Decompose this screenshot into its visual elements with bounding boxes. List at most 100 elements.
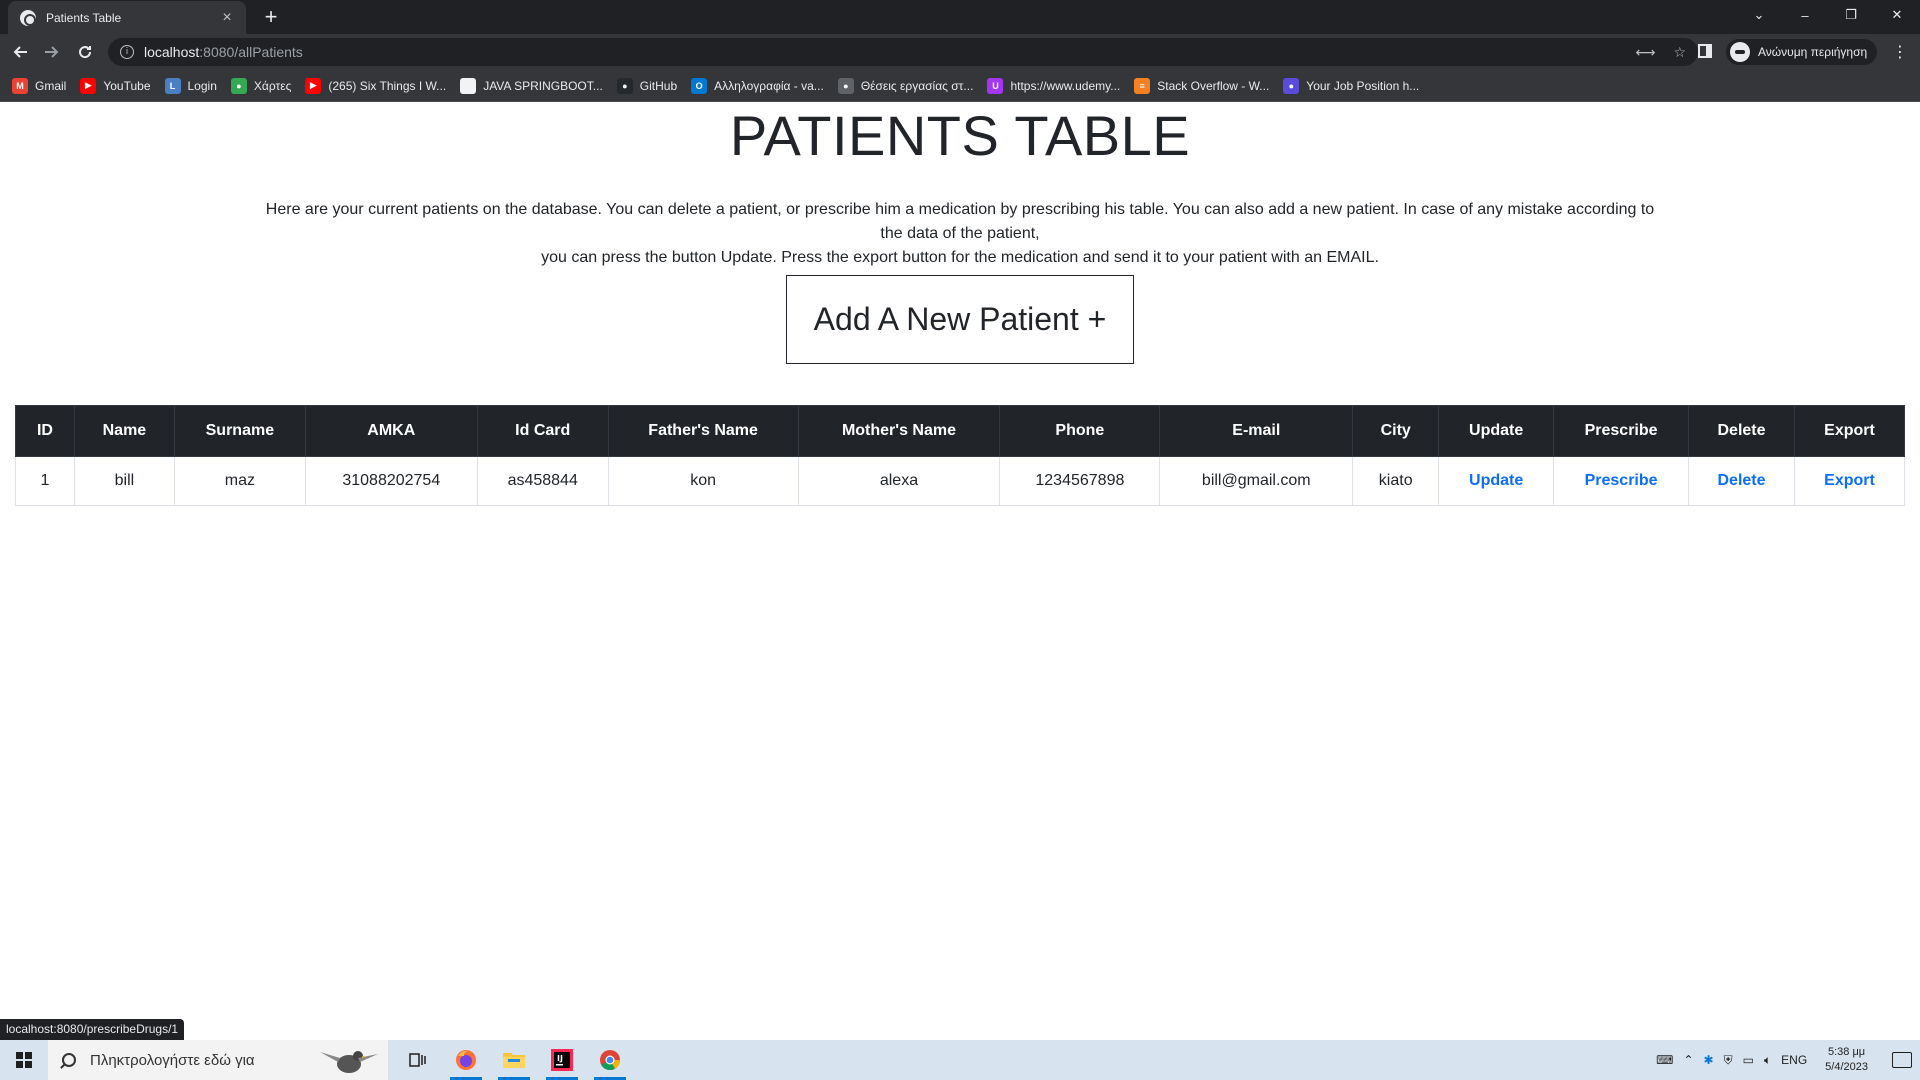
cell-phone: 1234567898 bbox=[999, 456, 1161, 506]
bookmark-item[interactable]: ≡ Stack Overflow - W... bbox=[1134, 77, 1270, 94]
page-description: Here are your current patients on the da… bbox=[255, 198, 1665, 270]
incognito-icon bbox=[1730, 42, 1750, 62]
address-bar[interactable]: i localhost :8080/allPatients ⟷ ☆ bbox=[108, 38, 1698, 66]
export-link[interactable]: Export bbox=[1824, 472, 1875, 489]
language-indicator[interactable]: ENG bbox=[1781, 1053, 1807, 1067]
side-panel-icon[interactable] bbox=[1698, 44, 1712, 58]
windows-taskbar: Πληκτρολογήστε εδώ για IJ ⌨ ⌃ ✱ ⛨ ▭ 🔈︎ E… bbox=[0, 1040, 1920, 1080]
bookmark-item[interactable]: ▶ YouTube bbox=[80, 77, 151, 94]
bookmark-item[interactable]: ● Your Job Position h... bbox=[1283, 77, 1419, 94]
bookmark-item[interactable]: L Login bbox=[164, 77, 217, 94]
translate-icon[interactable]: ⟷ bbox=[1635, 44, 1655, 61]
tab-close-icon[interactable]: × bbox=[218, 9, 236, 27]
header-fathers-name: Father's Name bbox=[607, 405, 799, 457]
cell-update: Update bbox=[1438, 456, 1555, 506]
start-button[interactable] bbox=[0, 1040, 48, 1080]
bookmark-item[interactable]: ● Χάρτες bbox=[230, 77, 292, 94]
task-view-button[interactable] bbox=[394, 1040, 442, 1080]
arrow-left-icon bbox=[13, 46, 27, 58]
cell-prescribe: Prescribe bbox=[1553, 456, 1690, 506]
close-window-button[interactable]: ✕ bbox=[1874, 0, 1920, 30]
bookmark-label: Αλληλογραφία - va... bbox=[714, 78, 824, 93]
bookmark-label: (265) Six Things I W... bbox=[328, 78, 447, 93]
bookmark-label: Θέσεις εργασίας στ... bbox=[860, 78, 974, 93]
bookmark-item[interactable]: O Αλληλογραφία - va... bbox=[691, 77, 824, 94]
omnibox-actions: ⟷ ☆ bbox=[1635, 44, 1686, 61]
bookmark-item[interactable]: M Gmail bbox=[12, 77, 67, 94]
cell-email: bill@gmail.com bbox=[1159, 456, 1354, 506]
bookmark-item[interactable]: ● GitHub bbox=[616, 77, 678, 94]
page-title: PATIENTS TABLE bbox=[729, 104, 1191, 167]
table-row: 1 bill maz 31088202754 as458844 kon alex… bbox=[15, 456, 1906, 506]
bookmark-item[interactable]: ● Θέσεις εργασίας στ... bbox=[837, 77, 974, 94]
forward-button[interactable] bbox=[36, 37, 66, 67]
network-icon[interactable]: ▭ bbox=[1743, 1053, 1754, 1067]
youtube-icon: ▶ bbox=[305, 77, 322, 94]
bookmark-label: GitHub bbox=[639, 78, 678, 93]
bookmark-label: Χάρτες bbox=[253, 78, 292, 93]
youtube-icon: ▶ bbox=[80, 77, 97, 94]
search-highlight-bird-icon bbox=[320, 1051, 378, 1073]
more-menu-icon[interactable]: ⋮ bbox=[1888, 42, 1912, 61]
notification-center-icon[interactable] bbox=[1892, 1052, 1912, 1068]
taskbar-intellij[interactable]: IJ bbox=[538, 1040, 586, 1080]
task-view-icon bbox=[409, 1053, 426, 1067]
tab-strip: Patients Table × + ⌄ – ❐ ✕ bbox=[0, 0, 1920, 34]
header-city: City bbox=[1352, 405, 1440, 457]
bookmark-item[interactable]: Uhttps://www.udemy... bbox=[987, 77, 1120, 94]
taskbar-chrome[interactable] bbox=[586, 1040, 634, 1080]
status-bar-url: localhost:8080/prescribeDrugs/1 bbox=[0, 1019, 185, 1040]
keyboard-icon[interactable]: ⌨ bbox=[1656, 1053, 1673, 1067]
prescribe-link[interactable]: Prescribe bbox=[1585, 472, 1658, 489]
volume-icon[interactable]: 🔈︎ bbox=[1764, 1053, 1771, 1068]
taskbar-apps: IJ bbox=[394, 1040, 634, 1080]
reload-icon bbox=[79, 46, 92, 59]
header-mothers-name: Mother's Name bbox=[797, 405, 1001, 457]
security-icon[interactable]: ⛨ bbox=[1724, 1053, 1733, 1068]
bookmark-item[interactable]: ▶ (265) Six Things I W... bbox=[305, 77, 447, 94]
incognito-profile-button[interactable]: Ανώνυμη περιήγηση bbox=[1726, 39, 1878, 65]
firefox-icon bbox=[456, 1050, 476, 1070]
taskbar-search[interactable]: Πληκτρολογήστε εδώ για bbox=[48, 1040, 388, 1080]
minimize-button[interactable]: – bbox=[1782, 0, 1828, 30]
header-id-card: Id Card bbox=[476, 405, 609, 457]
info-icon[interactable]: i bbox=[120, 45, 134, 59]
clock[interactable]: 5:38 μμ 5/4/2023 bbox=[1825, 1045, 1868, 1075]
arrow-right-icon bbox=[45, 46, 59, 58]
cell-mother: alexa bbox=[797, 456, 1001, 506]
stackoverflow-icon: ≡ bbox=[1134, 77, 1151, 94]
taskbar-firefox[interactable] bbox=[442, 1040, 490, 1080]
delete-link[interactable]: Delete bbox=[1718, 472, 1766, 489]
restore-button[interactable]: ❐ bbox=[1828, 0, 1874, 30]
bookmark-label: Gmail bbox=[35, 78, 67, 93]
udemy-icon: U bbox=[987, 77, 1004, 94]
update-link[interactable]: Update bbox=[1469, 472, 1523, 489]
add-patient-button[interactable]: Add A New Patient + bbox=[786, 275, 1134, 364]
header-phone: Phone bbox=[999, 405, 1161, 457]
reload-button[interactable] bbox=[70, 37, 100, 67]
header-surname: Surname bbox=[173, 405, 306, 457]
cell-surname: maz bbox=[173, 456, 306, 506]
clock-date: 5/4/2023 bbox=[1825, 1061, 1868, 1073]
bookmark-label: Stack Overflow - W... bbox=[1157, 78, 1270, 93]
taskbar-file-explorer[interactable] bbox=[490, 1040, 538, 1080]
clock-time: 5:38 μμ bbox=[1828, 1046, 1866, 1058]
header-update: Update bbox=[1438, 405, 1555, 457]
tab-title: Patients Table bbox=[46, 10, 122, 25]
back-button[interactable] bbox=[6, 37, 36, 67]
cell-city: kiato bbox=[1352, 456, 1440, 506]
header-prescribe: Prescribe bbox=[1553, 405, 1690, 457]
windows-logo-icon bbox=[16, 1052, 32, 1068]
browser-tab[interactable]: Patients Table × bbox=[8, 1, 246, 34]
star-icon[interactable]: ☆ bbox=[1673, 44, 1686, 61]
bluetooth-icon[interactable]: ✱ bbox=[1704, 1053, 1714, 1067]
new-tab-button[interactable]: + bbox=[258, 4, 284, 30]
outlook-icon: O bbox=[691, 77, 708, 94]
tab-search-icon[interactable]: ⌄ bbox=[1736, 0, 1782, 30]
cell-father: kon bbox=[607, 456, 799, 506]
window-controls: ⌄ – ❐ ✕ bbox=[1736, 0, 1920, 30]
bookmark-item[interactable]: JAVA SPRINGBOOT... bbox=[460, 77, 603, 94]
chevron-up-icon[interactable]: ⌃ bbox=[1683, 1053, 1693, 1067]
maps-icon: ● bbox=[230, 77, 247, 94]
intellij-icon: IJ bbox=[551, 1049, 573, 1071]
